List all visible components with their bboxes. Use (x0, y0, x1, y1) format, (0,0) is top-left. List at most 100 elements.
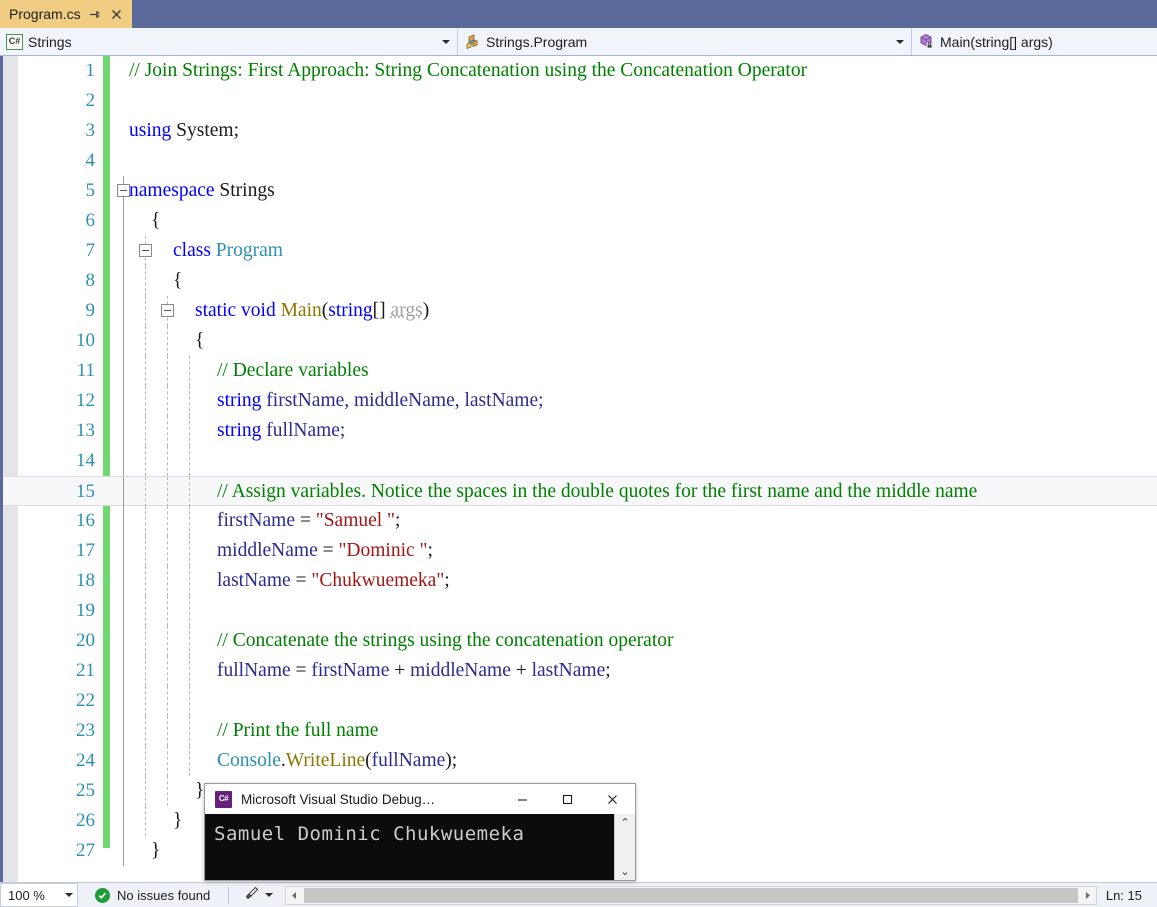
line-number: 3 (85, 120, 96, 141)
fold-guide-line (145, 446, 146, 476)
chevron-down-icon[interactable] (893, 28, 907, 55)
code-token: lastName (217, 570, 296, 591)
close-icon[interactable] (590, 784, 635, 814)
chevron-up-icon[interactable]: ⌃ (620, 817, 629, 828)
code-line[interactable]: 4 (3, 146, 1157, 176)
scroll-left-icon[interactable] (286, 887, 303, 904)
fold-guide-line (189, 746, 190, 776)
zoom-level-dropdown[interactable]: 100 % (0, 883, 78, 907)
code-line[interactable]: 15 // Assign variables. Notice the spaces… (3, 476, 1157, 507)
collapse-toggle-icon[interactable] (139, 244, 152, 257)
fold-guide-line (145, 746, 146, 776)
fold-guide-line (123, 746, 124, 776)
line-number: 11 (76, 360, 95, 381)
horizontal-scrollbar[interactable] (285, 885, 1097, 905)
console-title-bar[interactable]: C# Microsoft Visual Studio Debug… (205, 784, 635, 814)
code-token: "Chukwuemeka" (311, 570, 445, 591)
navbar-project-dropdown[interactable]: C# Strings (0, 28, 458, 55)
brush-dropdown[interactable] (243, 885, 274, 905)
code-line[interactable]: 6{ (3, 206, 1157, 236)
code-line[interactable]: 12 string firstName, middleName, lastName… (3, 386, 1157, 416)
code-line[interactable]: 16 firstName = "Samuel "; (3, 506, 1157, 536)
fold-guide-line (123, 806, 124, 836)
zoom-level-label: 100 % (8, 887, 45, 903)
pin-icon[interactable] (87, 6, 103, 22)
visual-studio-window: Program.cs C# Strings Strings.Program Ma… (0, 0, 1157, 907)
code-token: ; (427, 540, 433, 561)
fold-guide-line (145, 416, 146, 446)
code-line[interactable]: 17 middleName = "Dominic "; (3, 536, 1157, 566)
code-line[interactable]: 21 fullName = firstName + middleName + la… (3, 656, 1157, 686)
fold-guide-line (167, 626, 168, 656)
code-line-text: string firstName, middleName, lastName; (217, 386, 544, 416)
code-line[interactable]: 20 // Concatenate the strings using the c… (3, 626, 1157, 656)
fold-guide-line (167, 536, 168, 566)
code-line[interactable]: 14 (3, 446, 1157, 476)
document-tab-program-cs[interactable]: Program.cs (0, 0, 132, 28)
code-line-text: { (173, 266, 182, 296)
fold-guide-line (123, 477, 124, 507)
collapse-toggle-icon[interactable] (161, 304, 174, 317)
code-line-text: class Program (173, 236, 283, 266)
line-number: 15 (76, 481, 95, 502)
code-line[interactable]: 11 // Declare variables (3, 356, 1157, 386)
code-line[interactable]: 1 // Join Strings: First Approach: String… (3, 56, 1157, 86)
code-line[interactable]: 13 string fullName; (3, 416, 1157, 446)
fold-guide-line (123, 296, 124, 326)
fold-guide-line (123, 326, 124, 356)
minimize-icon[interactable] (500, 784, 545, 814)
fold-guide-line (189, 506, 190, 536)
code-token: using (129, 120, 177, 141)
fold-guide-line (145, 806, 146, 836)
code-line[interactable]: 24 Console.WriteLine(fullName); (3, 746, 1157, 776)
navbar-type-dropdown[interactable]: Strings.Program (458, 28, 912, 55)
code-line[interactable]: 8{ (3, 266, 1157, 296)
line-number: 8 (85, 270, 96, 291)
code-line[interactable]: 2 (3, 86, 1157, 116)
console-vertical-scrollbar[interactable]: ⌃ ⌄ (614, 814, 635, 880)
code-line[interactable]: 7 class Program (3, 236, 1157, 266)
scrollbar-thumb[interactable] (304, 887, 1078, 903)
fold-guide-line (167, 477, 168, 507)
chevron-down-icon[interactable] (265, 893, 274, 897)
code-editor[interactable]: 1 // Join Strings: First Approach: String… (0, 56, 1157, 882)
navbar-member-dropdown[interactable]: Main(string[] args) (912, 28, 1157, 55)
chevron-down-icon[interactable]: ⌄ (620, 866, 629, 877)
code-token: // Print the full name (217, 720, 379, 741)
code-line[interactable]: 18 lastName = "Chukwuemeka"; (3, 566, 1157, 596)
line-number: 7 (85, 240, 96, 261)
fold-guide-line (123, 716, 124, 746)
code-line[interactable]: 22 (3, 686, 1157, 716)
code-token: } (173, 810, 183, 831)
code-token: string (217, 420, 267, 441)
fold-guide-line (145, 506, 146, 536)
code-line[interactable]: 23 // Print the full name (3, 716, 1157, 746)
code-token: Main (280, 300, 322, 321)
line-number: 6 (85, 210, 96, 231)
fold-guide-line (145, 596, 146, 626)
code-line[interactable]: 3 using System; (3, 116, 1157, 146)
code-token: fullName (217, 660, 296, 681)
line-number: 18 (76, 570, 95, 591)
brush-icon[interactable] (243, 885, 260, 905)
code-token: [] (372, 300, 391, 321)
code-line[interactable]: 19 (3, 596, 1157, 626)
code-line-text: namespace Strings (129, 176, 275, 206)
scroll-right-icon[interactable] (1079, 887, 1096, 904)
chevron-down-icon[interactable] (439, 28, 453, 55)
fold-guide-line (123, 506, 124, 536)
debug-console-window[interactable]: C# Microsoft Visual Studio Debug… Samuel… (204, 783, 636, 881)
code-token: string (217, 390, 267, 411)
code-token: "Samuel " (315, 510, 396, 531)
code-line[interactable]: 5 namespace Strings (3, 176, 1157, 206)
fold-guide-line (189, 566, 190, 596)
code-token: // Declare variables (217, 360, 369, 381)
maximize-icon[interactable] (545, 784, 590, 814)
code-token: Strings (219, 180, 275, 201)
chevron-down-icon[interactable] (61, 893, 77, 897)
fold-guide-line (167, 386, 168, 416)
issues-status[interactable]: No issues found (95, 887, 210, 903)
close-icon[interactable] (109, 6, 125, 22)
code-line[interactable]: 9 static void Main(string[] args) (3, 296, 1157, 326)
code-line[interactable]: 10 { (3, 326, 1157, 356)
